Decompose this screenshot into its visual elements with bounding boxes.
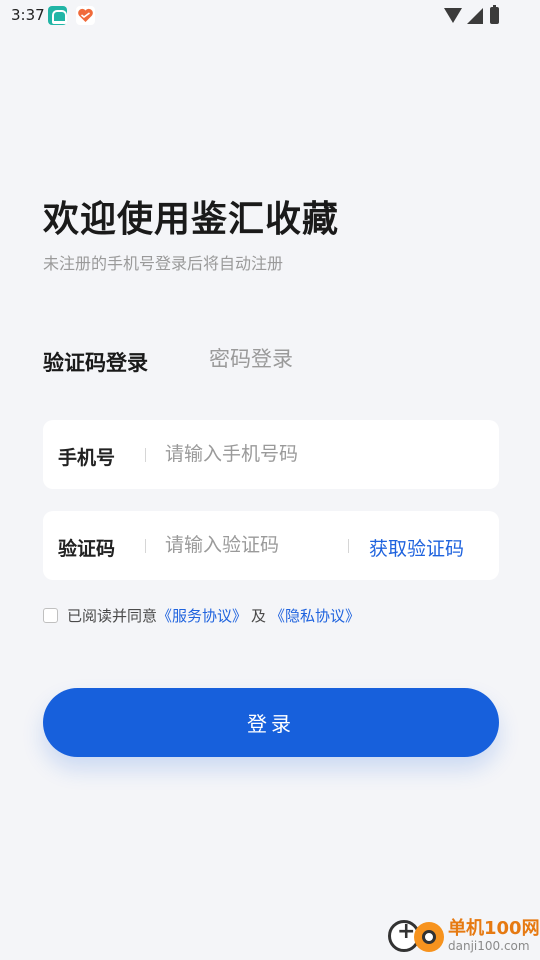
phone-input[interactable]	[165, 438, 485, 470]
status-indicators	[444, 5, 504, 25]
login-screen: 3:37 欢迎使用鉴汇收藏 未注册的手机号登录后将自动注册 验证码登录 密码登录…	[0, 0, 540, 960]
watermark-logo: 单机100网 danji100.com	[388, 914, 540, 958]
status-time: 3:37	[11, 6, 45, 24]
watermark-url: danji100.com	[448, 939, 530, 953]
tab-sms-login-label: 验证码登录	[43, 351, 148, 375]
tab-sms-login[interactable]: 验证码登录	[43, 347, 148, 377]
code-input[interactable]	[165, 529, 335, 561]
status-bar: 3:37	[0, 0, 540, 32]
privacy-agreement-link[interactable]: 《隐私协议》	[270, 605, 360, 626]
watermark-brand: 单机100网	[448, 918, 540, 939]
tab-password-login-label: 密码登录	[209, 347, 293, 371]
phone-divider	[145, 448, 146, 462]
page-subtitle: 未注册的手机号登录后将自动注册	[43, 254, 284, 273]
wifi-icon	[444, 8, 462, 23]
agreement-checkbox[interactable]	[43, 607, 58, 623]
get-code-divider	[348, 539, 349, 553]
agreement-row: 已阅读并同意 《服务协议》 及 《隐私协议》	[43, 605, 360, 625]
page-title: 欢迎使用鉴汇收藏	[43, 199, 340, 240]
phone-field-card: 手机号	[43, 420, 499, 489]
login-button[interactable]: 登录	[43, 688, 499, 757]
agreement-prefix: 已阅读并同意	[67, 606, 158, 625]
phone-label: 手机号	[58, 447, 116, 469]
tab-password-login[interactable]: 密码登录	[209, 343, 293, 373]
get-code-button[interactable]: 获取验证码	[369, 534, 464, 561]
agreement-and: 及	[251, 606, 267, 625]
code-field-card: 验证码 获取验证码	[43, 511, 499, 580]
code-divider	[145, 539, 146, 553]
heart-notification-icon	[76, 6, 95, 25]
service-agreement-link[interactable]: 《服务协议》	[157, 605, 247, 626]
cell-signal-icon	[467, 8, 483, 24]
app-notification-icon	[48, 6, 67, 25]
code-label: 验证码	[58, 538, 116, 560]
battery-icon	[490, 5, 499, 24]
watermark-circle-icon	[414, 922, 444, 952]
